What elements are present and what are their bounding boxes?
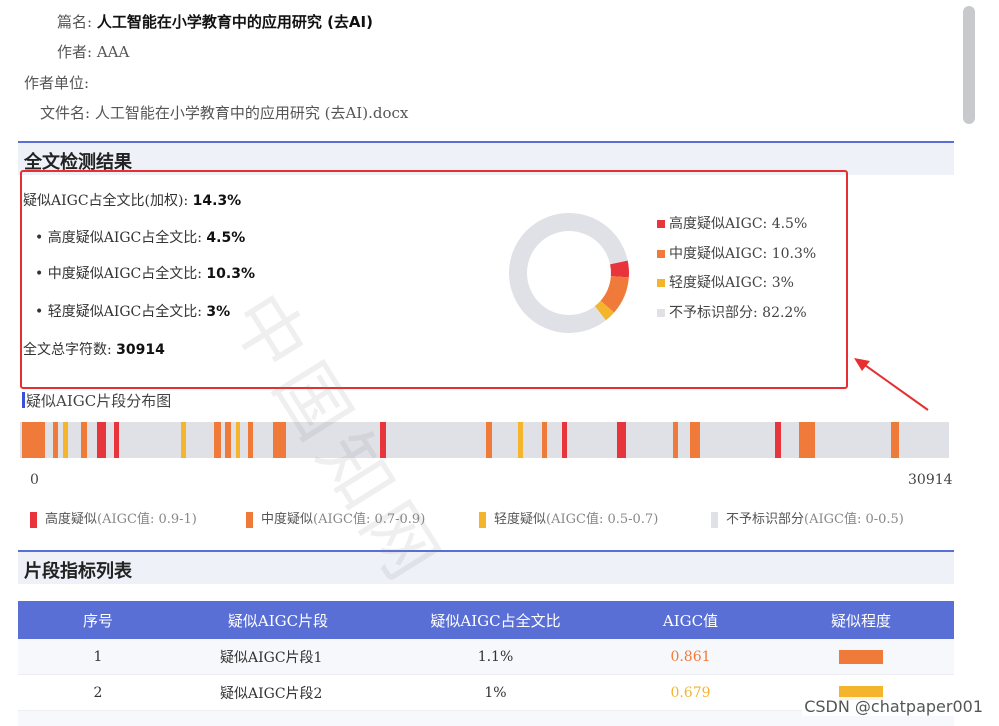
segment-mid[interactable] bbox=[21, 422, 46, 458]
dist-legend-low: 轻度疑似(AIGC值: 0.5-0.7) bbox=[479, 508, 658, 528]
segment-high[interactable] bbox=[97, 422, 107, 458]
segment-mid[interactable] bbox=[542, 422, 547, 458]
table-row[interactable]: 1 疑似AIGC片段1 1.1% 0.861 bbox=[18, 639, 954, 675]
file-row: 文件名: 人工智能在小学教育中的应用研究 (去AI).docx bbox=[40, 103, 408, 123]
segment-mid[interactable] bbox=[52, 422, 59, 458]
dist-legend-mid-swatch bbox=[246, 511, 253, 528]
author-label: 作者: bbox=[57, 43, 93, 61]
row-aigc-value: 0.861 bbox=[670, 648, 711, 665]
scrollbar-thumb[interactable] bbox=[963, 6, 975, 124]
dist-legend-none-label: 不予标识部分 bbox=[726, 512, 805, 527]
row-segment[interactable]: 疑似AIGC片段1 bbox=[178, 647, 378, 667]
segment-high[interactable] bbox=[113, 422, 120, 458]
row-index: 1 bbox=[93, 648, 103, 665]
table-header: 序号 疑似AIGC片段 疑似AIGC占全文比 AIGC值 疑似程度 bbox=[18, 601, 954, 639]
highlight-box bbox=[20, 170, 848, 389]
file-label: 文件名: bbox=[40, 104, 91, 122]
col-aigc[interactable]: AIGC值 bbox=[613, 610, 768, 631]
dist-legend-mid-label: 中度疑似 bbox=[261, 512, 314, 527]
segment-mid[interactable] bbox=[247, 422, 254, 458]
segment-low[interactable] bbox=[235, 422, 241, 458]
row-segment[interactable]: 疑似AIGC片段2 bbox=[178, 683, 378, 703]
table-section-title: 片段指标列表 bbox=[24, 561, 132, 582]
org-row: 作者单位: bbox=[24, 73, 89, 93]
author-row: 作者: AAA bbox=[57, 42, 129, 62]
author-value: AAA bbox=[96, 43, 130, 61]
title-value: 人工智能在小学教育中的应用研究 (去AI) bbox=[96, 13, 373, 31]
segment-mid[interactable] bbox=[891, 422, 899, 458]
segment-mid[interactable] bbox=[272, 422, 286, 458]
row-ratio: 1% bbox=[484, 684, 507, 701]
row-ratio: 1.1% bbox=[477, 648, 514, 665]
row-aigc-value: 0.679 bbox=[670, 684, 711, 701]
segment-low[interactable] bbox=[62, 422, 69, 458]
row-index: 2 bbox=[93, 684, 103, 701]
distribution-bar bbox=[20, 422, 949, 458]
dist-legend-high-swatch bbox=[30, 511, 37, 528]
segment-low[interactable] bbox=[180, 422, 187, 458]
segment-high[interactable] bbox=[380, 422, 386, 458]
level-indicator bbox=[839, 649, 883, 664]
col-index[interactable]: 序号 bbox=[18, 610, 178, 631]
segment-mid[interactable] bbox=[225, 422, 231, 458]
col-segment[interactable]: 疑似AIGC片段 bbox=[178, 610, 378, 631]
col-ratio[interactable]: 疑似AIGC占全文比 bbox=[378, 610, 613, 631]
table-section-header: 片段指标列表 bbox=[18, 550, 954, 584]
dist-legend-mid: 中度疑似(AIGC值: 0.7-0.9) bbox=[246, 508, 425, 528]
row-level bbox=[768, 649, 954, 665]
credit-watermark: CSDN @chatpaper001 bbox=[802, 697, 985, 716]
dist-legend-low-label: 轻度疑似 bbox=[494, 512, 547, 527]
segment-low[interactable] bbox=[517, 422, 523, 458]
segment-mid[interactable] bbox=[673, 422, 678, 458]
distribution-title: 疑似AIGC片段分布图 bbox=[21, 392, 172, 410]
segment-high[interactable] bbox=[775, 422, 781, 458]
segment-mid[interactable] bbox=[214, 422, 221, 458]
dist-legend-low-note: (AIGC值: 0.5-0.7) bbox=[546, 512, 659, 527]
file-value: 人工智能在小学教育中的应用研究 (去AI).docx bbox=[94, 104, 409, 122]
axis-end: 30914 bbox=[908, 472, 953, 488]
dist-legend-high-label: 高度疑似 bbox=[45, 512, 98, 527]
segment-high[interactable] bbox=[561, 422, 568, 458]
segment-mid[interactable] bbox=[81, 422, 87, 458]
segment-mid[interactable] bbox=[486, 422, 492, 458]
title-row: 篇名: 人工智能在小学教育中的应用研究 (去AI) bbox=[57, 12, 373, 32]
dist-legend-mid-note: (AIGC值: 0.7-0.9) bbox=[313, 512, 426, 527]
dist-legend-high-note: (AIGC值: 0.9-1) bbox=[97, 512, 197, 527]
dist-legend-none-note: (AIGC值: 0-0.5) bbox=[804, 512, 904, 527]
dist-legend-high: 高度疑似(AIGC值: 0.9-1) bbox=[30, 508, 197, 528]
segment-mid[interactable] bbox=[798, 422, 816, 458]
axis-start: 0 bbox=[30, 472, 39, 488]
dist-legend-none: 不予标识部分(AIGC值: 0-0.5) bbox=[711, 508, 904, 528]
segment-high[interactable] bbox=[617, 422, 626, 458]
title-label: 篇名: bbox=[57, 13, 93, 31]
dist-legend-none-swatch bbox=[711, 511, 718, 528]
segment-mid[interactable] bbox=[689, 422, 701, 458]
highlight-arrow bbox=[854, 358, 929, 411]
col-level[interactable]: 疑似程度 bbox=[768, 610, 954, 631]
org-label: 作者单位: bbox=[24, 74, 90, 92]
dist-legend-low-swatch bbox=[479, 511, 486, 528]
